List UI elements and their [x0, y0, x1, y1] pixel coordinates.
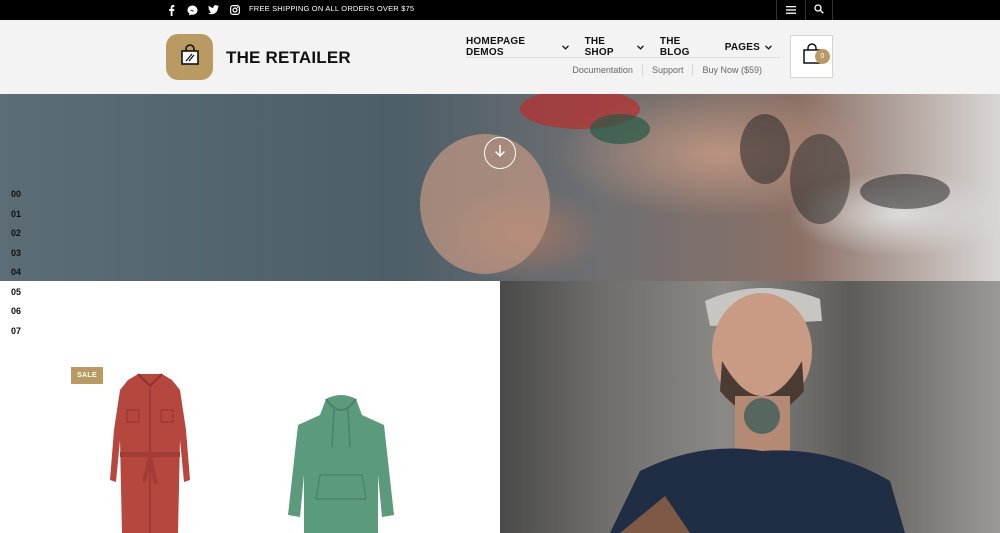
slide-number[interactable]: 07	[11, 325, 21, 338]
secondary-navigation: Documentation Support Buy Now ($59)	[466, 64, 780, 76]
slide-number[interactable]: 01	[11, 208, 21, 221]
scroll-down-button[interactable]	[484, 137, 516, 169]
tattoo-shape	[790, 134, 850, 224]
search-button[interactable]	[805, 0, 833, 20]
promo-image[interactable]	[500, 281, 1000, 533]
product-image-green-hoodie[interactable]	[282, 395, 400, 533]
social-links	[166, 0, 240, 20]
twitter-icon[interactable]	[208, 5, 219, 16]
menu-button[interactable]	[776, 0, 804, 20]
model-photo	[610, 287, 905, 533]
nav-label: THE SHOP	[584, 36, 614, 58]
search-icon	[814, 1, 824, 19]
instagram-icon[interactable]	[229, 5, 240, 16]
tattoo-shape	[740, 114, 790, 184]
slide-number[interactable]: 04	[11, 266, 21, 279]
nav-pages[interactable]: PAGES	[725, 37, 772, 57]
chevron-down-icon	[636, 42, 644, 53]
slide-number[interactable]: 06	[11, 305, 21, 318]
brand-name[interactable]: THE RETAILER	[226, 48, 351, 68]
nav-homepage-demos[interactable]: HOMEPAGE DEMOS	[466, 36, 569, 58]
slide-number[interactable]: 05	[11, 286, 21, 299]
product-image-red-coat[interactable]	[100, 370, 200, 533]
hamburger-icon	[785, 1, 796, 19]
hero-image	[0, 94, 1000, 281]
logo[interactable]	[166, 34, 213, 80]
slide-number[interactable]: 00	[11, 188, 21, 201]
sale-badge: SALE	[71, 367, 103, 384]
main-navigation: HOMEPAGE DEMOS THE SHOP THE BLOG PAGES	[466, 36, 780, 58]
chevron-down-icon	[765, 42, 772, 53]
top-bar: FREE SHIPPING ON ALL ORDERS OVER $75	[0, 0, 1000, 20]
link-documentation[interactable]: Documentation	[563, 64, 642, 76]
tattoo-shape	[590, 114, 650, 144]
link-support[interactable]: Support	[641, 64, 693, 76]
nav-label: THE BLOG	[659, 36, 690, 58]
site-header: THE RETAILER HOMEPAGE DEMOS THE SHOP THE…	[0, 20, 1000, 94]
chevron-down-icon	[561, 42, 569, 53]
messenger-icon[interactable]	[187, 5, 198, 16]
nav-the-blog[interactable]: THE BLOG	[659, 36, 709, 58]
nav-divider	[466, 57, 780, 58]
nav-the-shop[interactable]: THE SHOP	[584, 36, 644, 58]
slide-pagination: 00 01 02 03 04 05 06 07	[11, 188, 21, 338]
link-buy-now[interactable]: Buy Now ($59)	[692, 64, 771, 76]
nav-label: PAGES	[724, 41, 760, 53]
shipping-notice: FREE SHIPPING ON ALL ORDERS OVER $75	[249, 4, 415, 13]
slide-number[interactable]: 03	[11, 247, 21, 260]
nav-label: HOMEPAGE DEMOS	[466, 36, 526, 58]
cart-count-badge: 0	[815, 49, 830, 64]
facebook-icon[interactable]	[166, 4, 177, 16]
shopping-bag-icon	[178, 43, 202, 72]
slide-number[interactable]: 02	[11, 227, 21, 240]
tattoo-shape	[860, 174, 950, 209]
arrow-down-icon	[494, 144, 506, 163]
